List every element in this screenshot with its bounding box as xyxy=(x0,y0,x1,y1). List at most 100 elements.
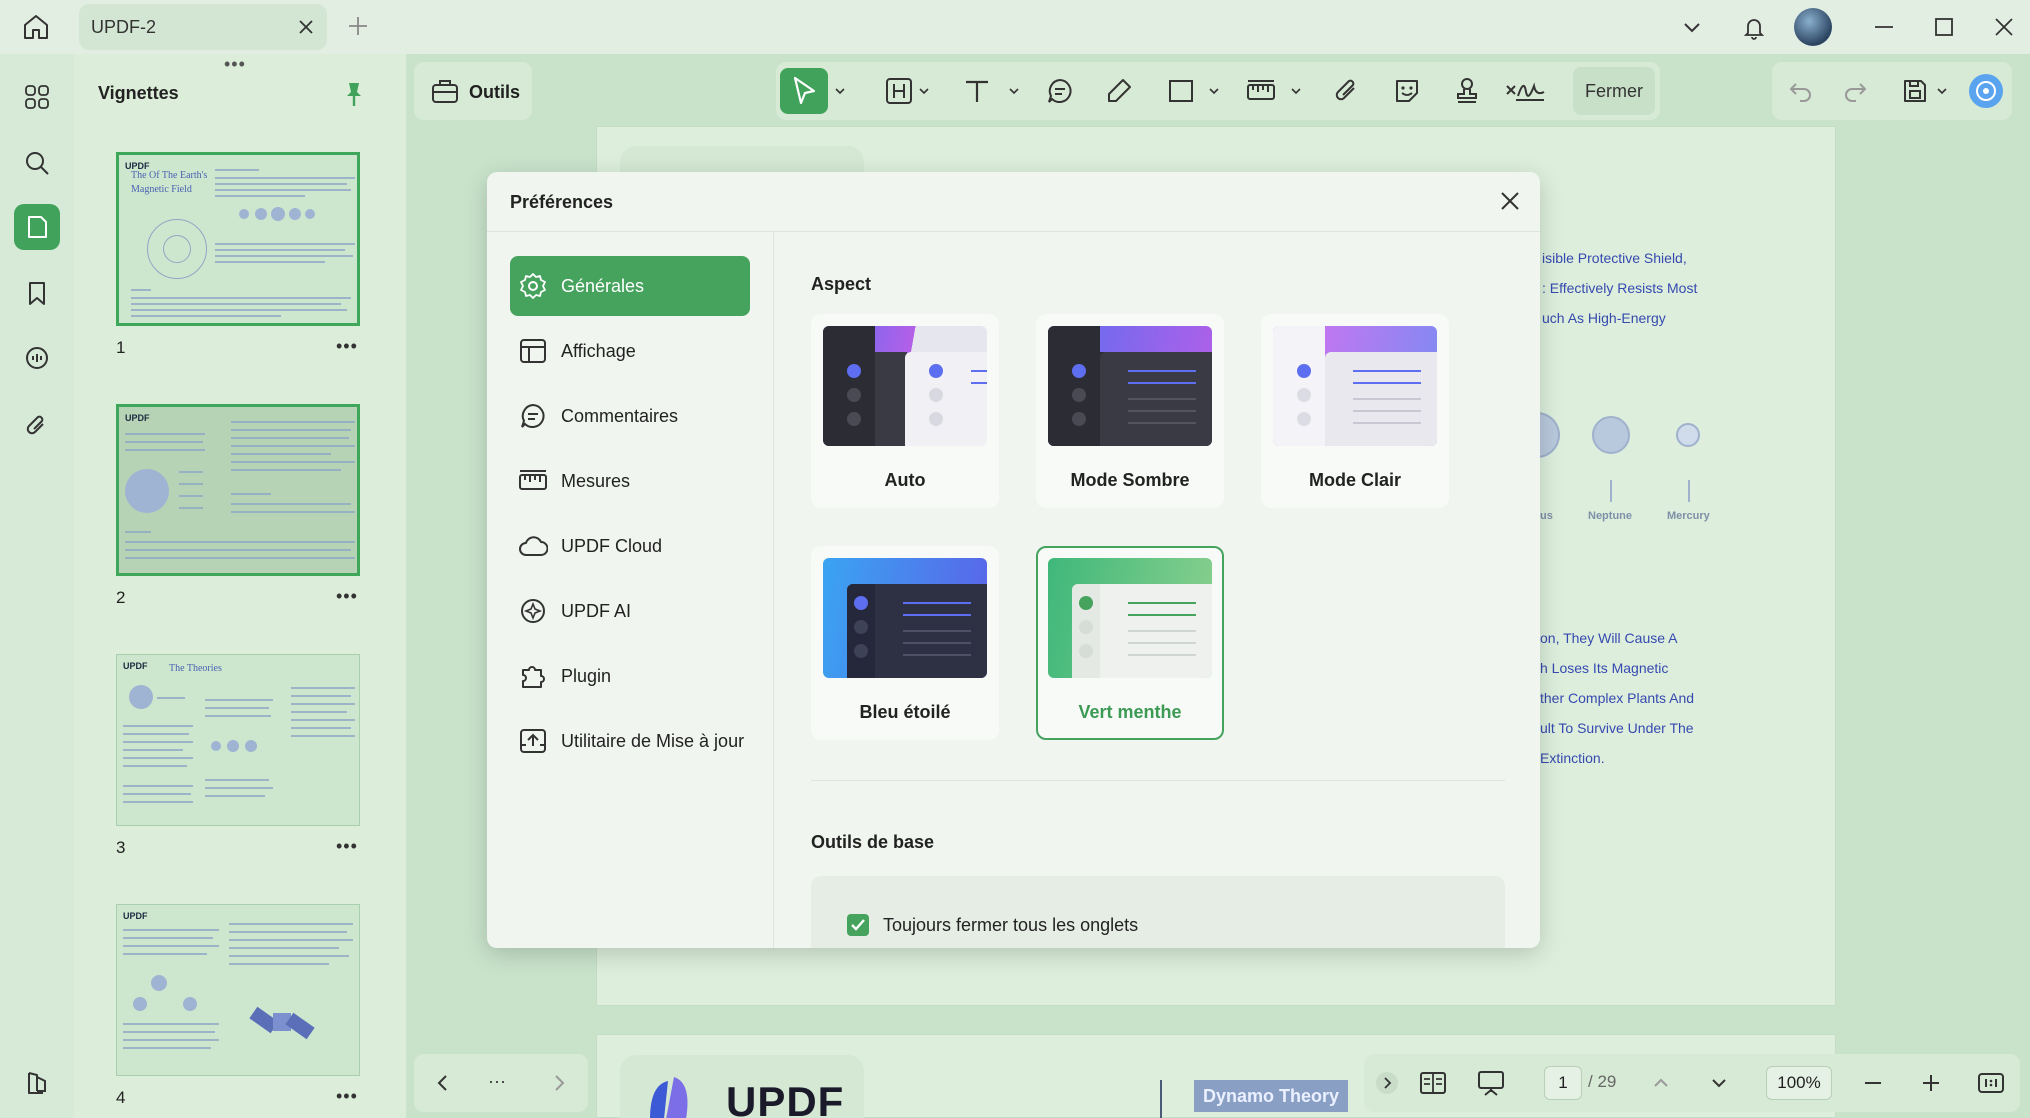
highlighter-icon[interactable] xyxy=(1104,76,1134,106)
measure-icon[interactable] xyxy=(1246,76,1276,106)
nav-item-commentaires[interactable]: Commentaires xyxy=(510,386,750,446)
chevron-down-icon[interactable] xyxy=(1008,86,1020,96)
theme-option-auto[interactable]: Auto xyxy=(811,314,999,508)
panel-resize-handle[interactable]: ••• xyxy=(224,54,246,75)
updf-ai-icon[interactable] xyxy=(1968,73,2004,109)
tools-button[interactable]: Outils xyxy=(414,62,532,120)
chevron-down-icon[interactable] xyxy=(1936,86,1948,96)
rectangle-icon[interactable] xyxy=(1166,76,1196,106)
nav-item-mesures[interactable]: Mesures xyxy=(510,451,750,511)
sticker-icon[interactable] xyxy=(1392,76,1422,106)
nav-item-generales[interactable]: Générales xyxy=(510,256,750,316)
theme-label: Auto xyxy=(884,470,926,490)
theme-option-bleu-etoile[interactable]: Bleu étoilé xyxy=(811,546,999,740)
theme-icon[interactable] xyxy=(14,1060,60,1106)
chevron-down-icon[interactable] xyxy=(1290,86,1302,96)
nav-item-label: Mesures xyxy=(561,471,631,491)
thumbnail-logo: UPDF xyxy=(123,911,148,921)
text-icon[interactable] xyxy=(962,76,992,106)
section-badge: Dynamo Theory xyxy=(1194,1080,1349,1112)
page-layout-icon[interactable] xyxy=(1418,1068,1448,1098)
minimize-icon[interactable] xyxy=(1870,13,1898,41)
close-icon[interactable] xyxy=(297,18,315,36)
heading-icon[interactable] xyxy=(884,76,914,106)
nav-item-mise-a-jour[interactable]: Utilitaire de Mise à jour xyxy=(510,711,764,771)
planet-label: Mercury xyxy=(1667,510,1710,522)
dialog-header: Préférences xyxy=(487,172,1540,232)
select-tool-button[interactable] xyxy=(780,68,828,114)
thumbnail-more-button[interactable]: ••• xyxy=(336,586,358,607)
theme-option-clair[interactable]: Mode Clair xyxy=(1261,314,1449,508)
chevron-down-icon[interactable] xyxy=(834,86,846,96)
bell-icon[interactable] xyxy=(1740,13,1768,41)
puzzle-icon xyxy=(518,661,548,691)
page-thumbnail[interactable]: UPDF xyxy=(116,904,360,1076)
bookmark-icon[interactable] xyxy=(14,270,60,316)
planet-tick xyxy=(1688,480,1690,502)
ai-icon xyxy=(518,596,548,626)
maximize-icon[interactable] xyxy=(1930,13,1958,41)
document-tab[interactable]: UPDF-2 xyxy=(79,4,327,50)
more-button[interactable]: ··· xyxy=(488,1071,506,1092)
basic-tools-section-title: Outils de base xyxy=(811,832,935,852)
chevron-down-icon[interactable] xyxy=(918,86,930,96)
nav-item-affichage[interactable]: Affichage xyxy=(510,321,750,381)
thumbnail-page-number: 2 xyxy=(116,588,126,607)
page-number-input[interactable]: 1 xyxy=(1544,1066,1582,1100)
collapse-arrow-icon[interactable] xyxy=(1374,1070,1400,1096)
thumbnails-icon[interactable] xyxy=(14,204,60,250)
close-all-tabs-checkbox[interactable] xyxy=(847,914,869,936)
plus-icon[interactable] xyxy=(347,15,369,37)
chevron-down-icon[interactable] xyxy=(1704,1068,1734,1098)
apps-grid-icon[interactable] xyxy=(14,74,60,120)
signature-icon[interactable] xyxy=(1504,76,1546,106)
nav-item-updf-ai[interactable]: UPDF AI xyxy=(510,581,750,641)
pin-icon[interactable] xyxy=(342,80,366,108)
preferences-nav: Générales Affichage Commentaires Mesures… xyxy=(487,232,774,948)
paperclip-icon[interactable] xyxy=(14,402,60,448)
thumbnail-heading: The Theories xyxy=(169,663,222,674)
actual-size-icon[interactable] xyxy=(1976,1068,2006,1098)
nav-item-updf-cloud[interactable]: UPDF Cloud xyxy=(510,516,750,576)
paperclip-icon[interactable] xyxy=(1332,76,1362,106)
annotation-toolbar: Fermer xyxy=(776,62,1660,120)
zoom-out-icon[interactable] xyxy=(1858,1068,1888,1098)
close-window-icon[interactable] xyxy=(1990,13,2018,41)
search-icon[interactable] xyxy=(14,140,60,186)
comment-icon xyxy=(518,401,548,431)
thumbnail-more-button[interactable]: ••• xyxy=(336,336,358,357)
thumbnail-more-button[interactable]: ••• xyxy=(336,836,358,857)
page-thumbnail[interactable]: UPDF The Of The Earth's Magnetic Field xyxy=(116,152,360,326)
thumbnail-heading: The Of The Earth's Magnetic Field xyxy=(131,170,208,195)
right-toolbar xyxy=(1772,62,2012,120)
zoom-level-input[interactable]: 100% xyxy=(1766,1066,1832,1100)
avatar[interactable] xyxy=(1794,8,1832,46)
nav-item-plugin[interactable]: Plugin xyxy=(510,646,750,706)
updf-logo-text: UPDF xyxy=(726,1078,845,1118)
presentation-icon[interactable] xyxy=(1476,1068,1506,1098)
left-rail xyxy=(0,54,74,1118)
chevron-up-icon[interactable] xyxy=(1646,1068,1676,1098)
theme-option-vert-menthe[interactable]: Vert menthe xyxy=(1036,546,1224,740)
undo-icon[interactable] xyxy=(1786,76,1816,106)
comments-icon[interactable] xyxy=(14,336,60,382)
stamp-icon[interactable] xyxy=(1452,76,1482,106)
chevron-right-icon[interactable] xyxy=(544,1068,574,1098)
chevron-down-icon[interactable] xyxy=(1678,13,1706,41)
update-icon xyxy=(518,726,548,756)
page-thumbnail[interactable]: UPDF xyxy=(116,404,360,576)
zoom-in-icon[interactable] xyxy=(1916,1068,1946,1098)
panel-title: Vignettes xyxy=(98,83,179,103)
thumbnail-more-button[interactable]: ••• xyxy=(336,1086,358,1107)
theme-option-sombre[interactable]: Mode Sombre xyxy=(1036,314,1224,508)
close-icon[interactable] xyxy=(1499,190,1521,212)
redo-icon[interactable] xyxy=(1840,76,1870,106)
close-tools-button[interactable]: Fermer xyxy=(1573,67,1655,115)
planet-graphic xyxy=(1676,423,1700,447)
chevron-down-icon[interactable] xyxy=(1208,86,1220,96)
home-icon[interactable] xyxy=(20,11,52,43)
save-icon[interactable] xyxy=(1900,76,1930,106)
page-thumbnail[interactable]: UPDF The Theories xyxy=(116,654,360,826)
comment-icon[interactable] xyxy=(1045,76,1075,106)
chevron-left-icon[interactable] xyxy=(428,1068,458,1098)
